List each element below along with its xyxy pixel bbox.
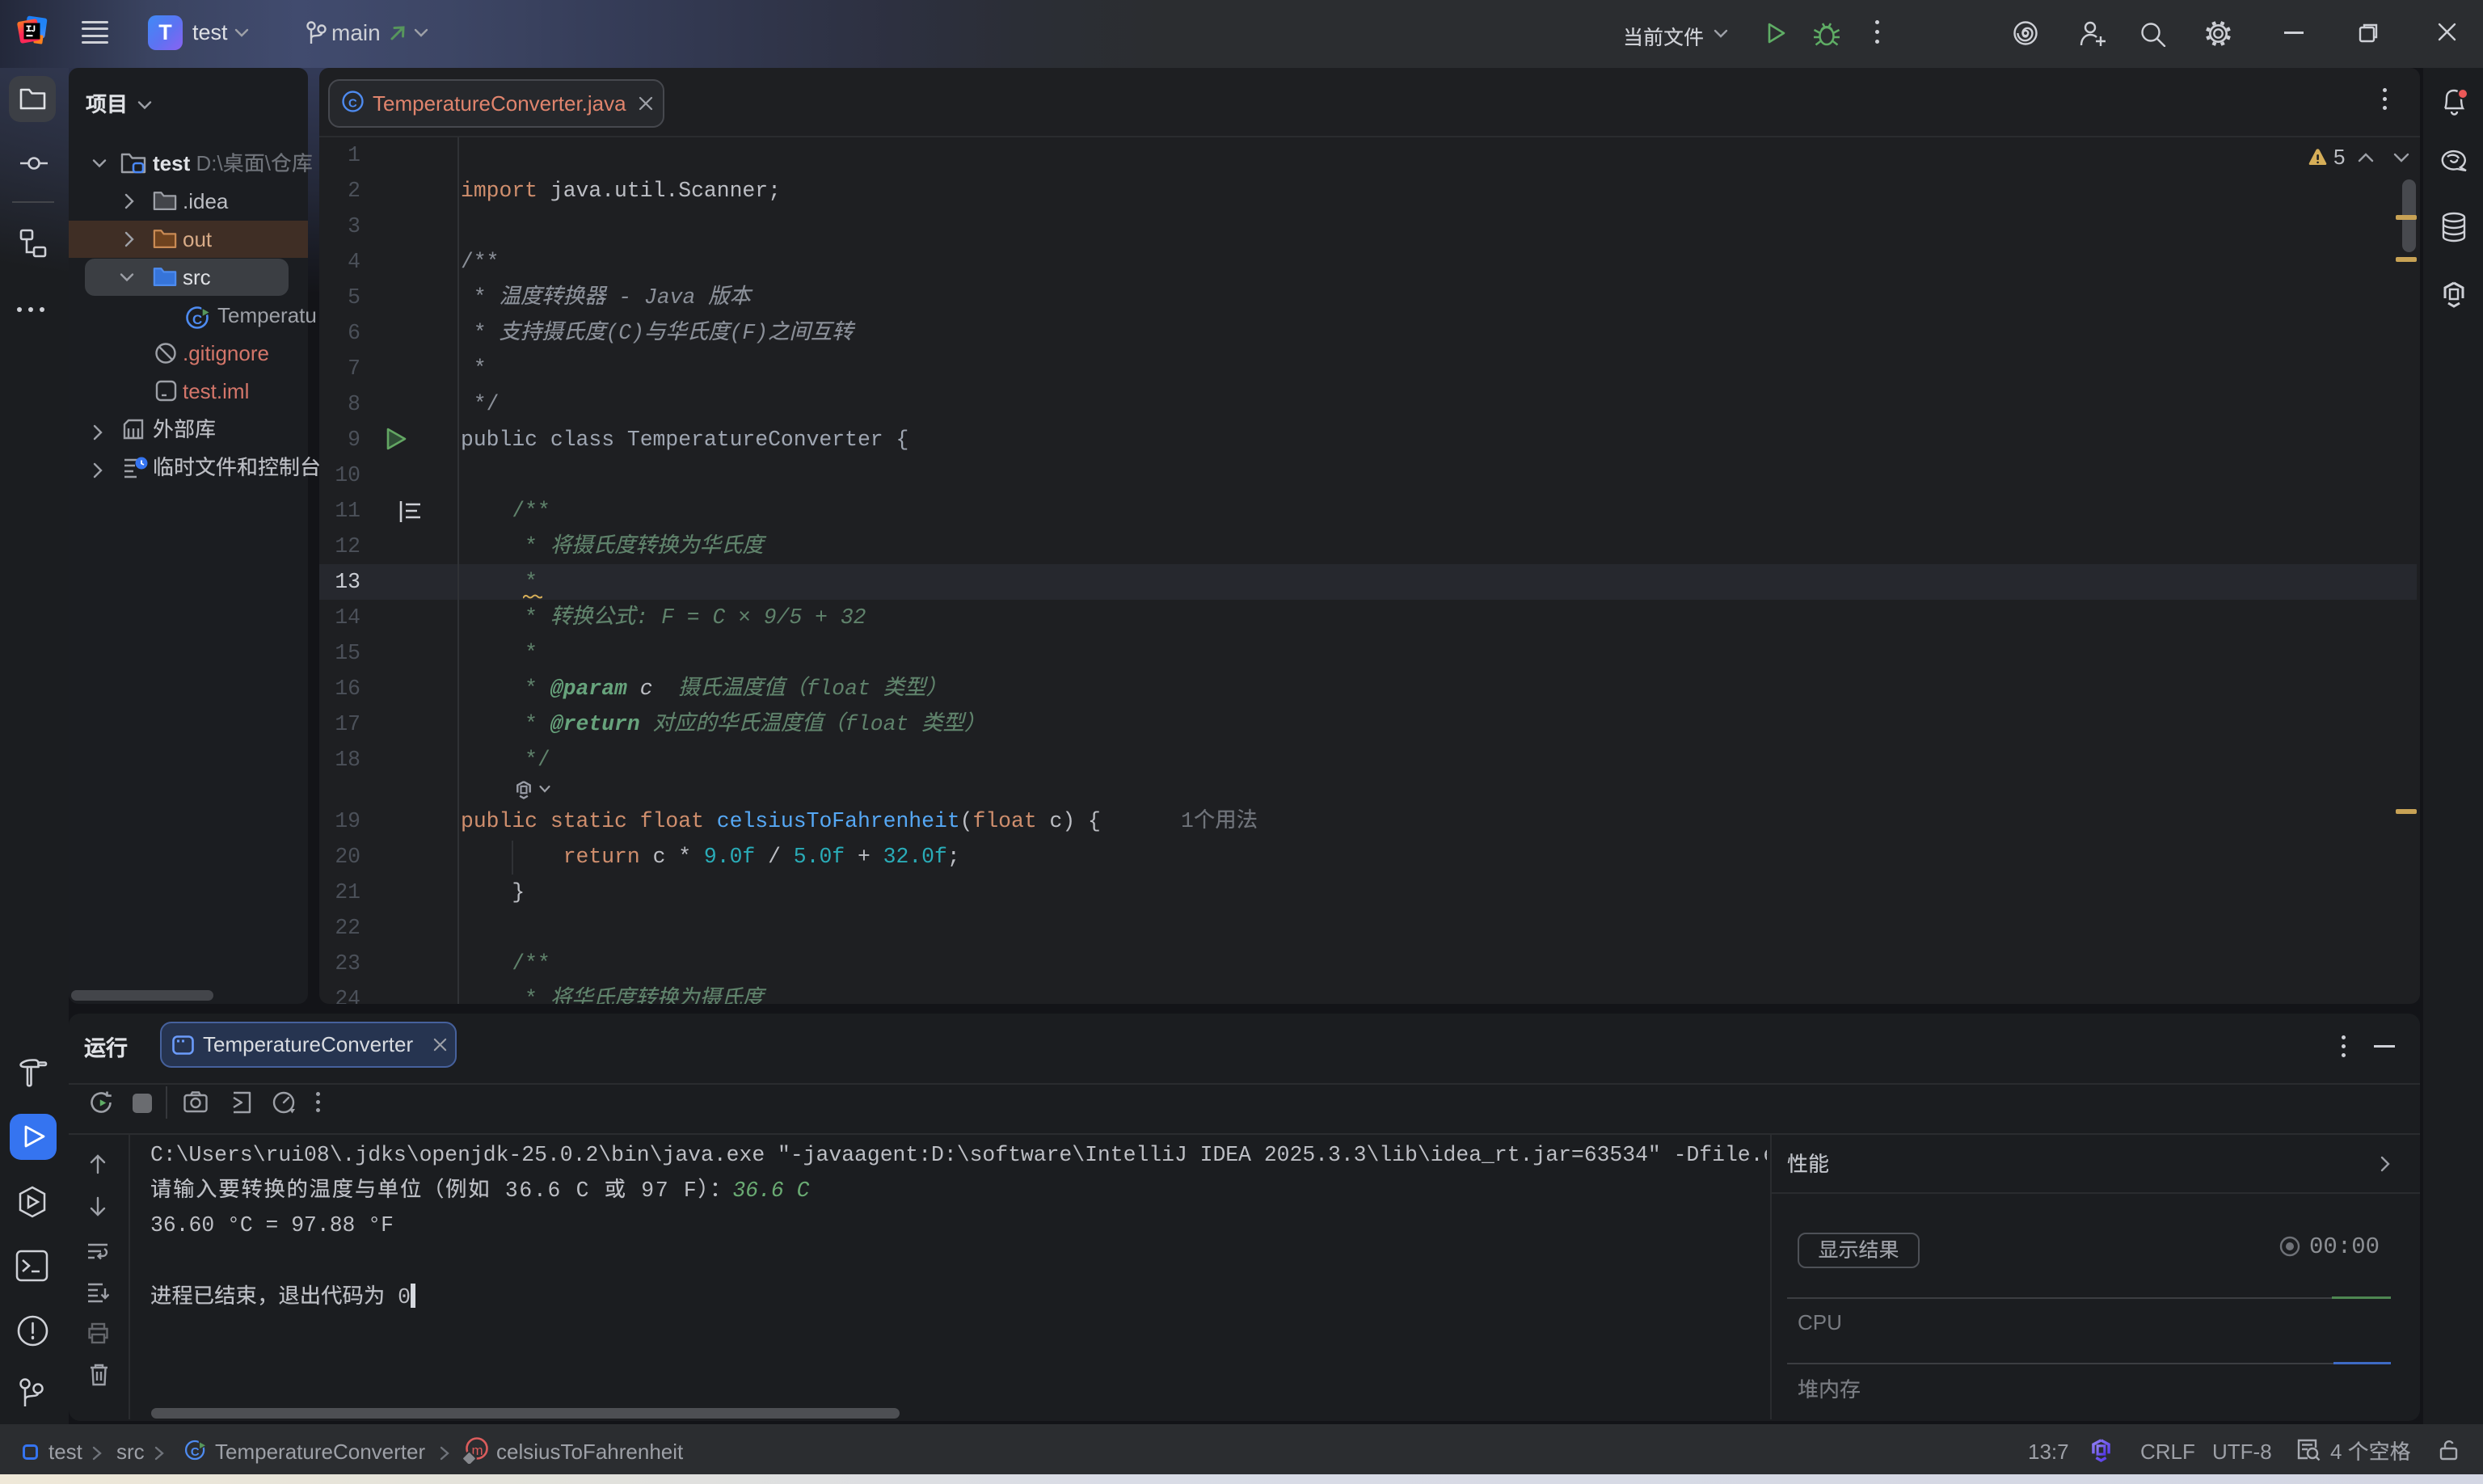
svg-text:C: C [348, 96, 357, 110]
svg-text:C: C [192, 312, 202, 327]
svg-text:C: C [191, 1445, 200, 1459]
